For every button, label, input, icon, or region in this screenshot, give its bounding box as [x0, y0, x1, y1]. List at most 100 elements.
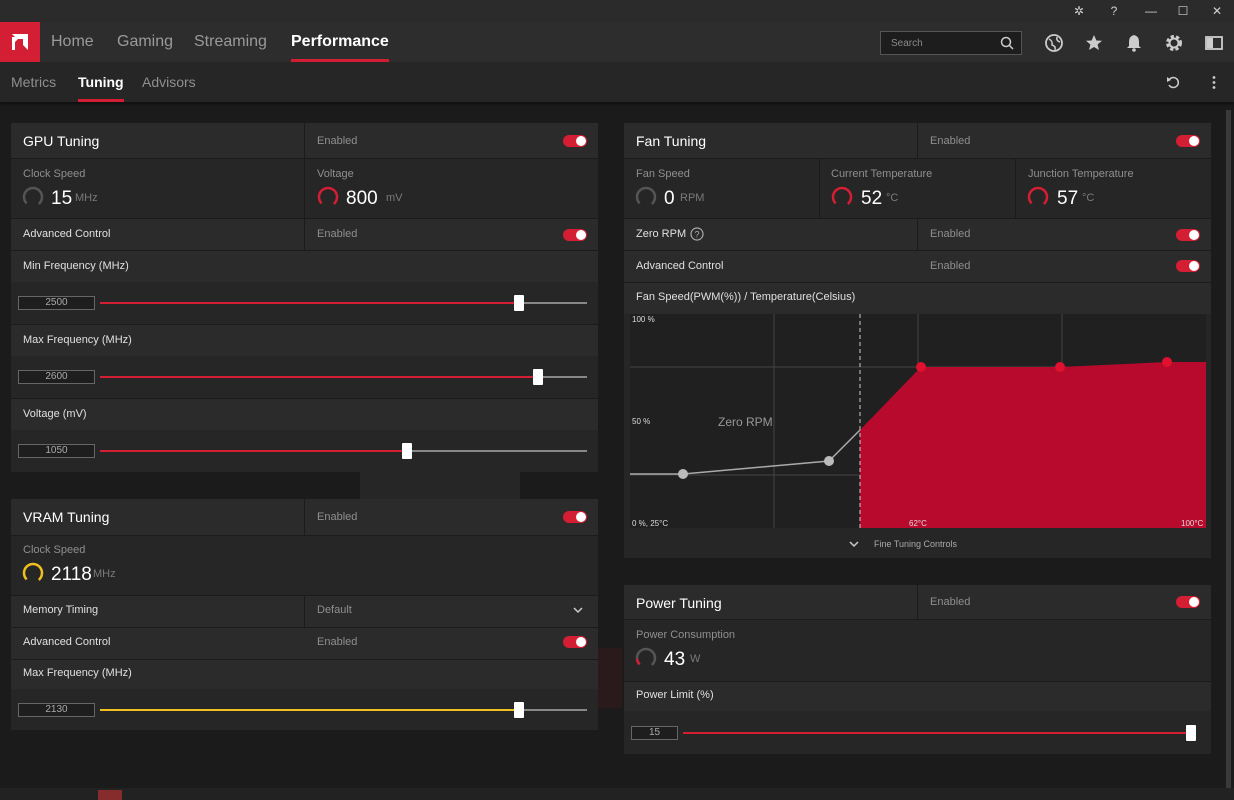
current-temperature-value: 52: [861, 188, 883, 209]
voltage-input[interactable]: 1050: [18, 444, 95, 458]
clock-speed-unit: MHz: [75, 192, 98, 204]
zero-rpm-status: Enabled: [930, 228, 971, 240]
slider-thumb[interactable]: [1186, 725, 1196, 741]
vram-tuning-toggle[interactable]: [563, 511, 587, 523]
slider-thumb[interactable]: [533, 369, 544, 385]
nav-tab-performance[interactable]: Performance: [291, 22, 389, 62]
voltage-gauge-icon: [317, 186, 339, 208]
junction-temperature-gauge-icon: [1027, 186, 1049, 208]
amd-logo[interactable]: [0, 22, 40, 62]
min-frequency-slider[interactable]: [100, 295, 587, 311]
power-limit-slider[interactable]: [683, 725, 1196, 741]
clock-speed-unit: MHz: [93, 568, 116, 580]
status-text: Enabled: [317, 511, 358, 523]
gear-icon[interactable]: [1164, 33, 1184, 53]
max-frequency-label: Max Frequency (MHz): [23, 667, 132, 679]
clock-gauge-icon: [22, 186, 44, 208]
curve-point[interactable]: [1055, 362, 1065, 372]
sidebar-toggle-icon[interactable]: [1204, 33, 1224, 53]
star-icon[interactable]: [1084, 33, 1104, 53]
taskbar-app-icon[interactable]: [98, 790, 122, 800]
nav-tab-streaming[interactable]: Streaming: [194, 22, 267, 62]
fan-tuning-toggle[interactable]: [1176, 135, 1200, 147]
memory-timing-select[interactable]: Default: [317, 604, 352, 616]
slider-thumb[interactable]: [513, 702, 524, 718]
min-frequency-input[interactable]: 2500: [18, 296, 95, 310]
clock-gauge-icon: [22, 562, 44, 584]
vram-tuning-panel: VRAM Tuning Enabled Clock Speed 2118 MHz…: [11, 499, 598, 730]
zero-rpm-toggle[interactable]: [1176, 229, 1200, 241]
reset-icon[interactable]: [1166, 75, 1181, 90]
voltage-slider-label: Voltage (mV): [23, 408, 87, 420]
voltage-label: Voltage: [317, 168, 354, 180]
power-consumption-unit: W: [690, 653, 701, 665]
more-options-icon[interactable]: [1208, 75, 1220, 90]
current-temperature-gauge-icon: [831, 186, 853, 208]
voltage-slider[interactable]: [100, 443, 587, 459]
search-input[interactable]: Search: [880, 31, 1022, 55]
max-frequency-input[interactable]: 2130: [18, 703, 95, 717]
advanced-control-label: Advanced Control: [23, 636, 111, 648]
curve-point[interactable]: [916, 362, 926, 372]
close-button[interactable]: ✕: [1209, 3, 1225, 19]
current-temperature-unit: °C: [886, 192, 899, 204]
advanced-control-status: Enabled: [930, 260, 971, 272]
tab-tuning[interactable]: Tuning: [78, 62, 124, 102]
power-limit-input[interactable]: 15: [631, 726, 678, 740]
tab-metrics[interactable]: Metrics: [11, 62, 56, 102]
fine-tuning-controls-button[interactable]: Fine Tuning Controls: [874, 539, 957, 549]
nav-tab-home[interactable]: Home: [51, 22, 94, 62]
power-tuning-toggle[interactable]: [1176, 596, 1200, 608]
slider-thumb[interactable]: [513, 295, 524, 311]
power-limit-label: Power Limit (%): [636, 689, 714, 701]
advanced-control-status: Enabled: [317, 636, 358, 648]
panel-title: Fan Tuning: [636, 133, 707, 149]
chevron-down-icon[interactable]: [572, 605, 584, 615]
x-axis-end-label: 100°C: [1181, 519, 1204, 528]
voltage-value: 800: [346, 188, 378, 209]
gpu-advanced-control-toggle[interactable]: [563, 229, 587, 241]
junction-temperature-label: Junction Temperature: [1028, 168, 1134, 180]
bell-icon[interactable]: [1124, 33, 1144, 53]
power-consumption-value: 43: [664, 649, 686, 670]
status-text: Enabled: [930, 135, 971, 147]
panel-title: Power Tuning: [636, 595, 722, 611]
max-frequency-input[interactable]: 2600: [18, 370, 95, 384]
curve-point[interactable]: [678, 469, 688, 479]
chevron-down-icon[interactable]: [848, 539, 860, 549]
slider-fill: [100, 376, 539, 378]
help-icon[interactable]: ?: [690, 227, 704, 241]
curve-point[interactable]: [1162, 357, 1172, 367]
minimize-button[interactable]: —: [1143, 3, 1159, 19]
junction-temperature-unit: °C: [1082, 192, 1095, 204]
maximize-button[interactable]: ☐: [1175, 3, 1191, 19]
fan-curve-area: [860, 362, 1206, 528]
x-axis-mid-label: 62°C: [909, 519, 927, 528]
slider-fill: [100, 450, 407, 452]
fan-curve-chart[interactable]: [630, 314, 1206, 528]
slider-fill: [100, 302, 519, 304]
vram-max-frequency-slider[interactable]: [100, 702, 587, 718]
search-icon[interactable]: [1000, 36, 1014, 50]
help-icon[interactable]: ?: [1106, 3, 1122, 19]
globe-icon[interactable]: [1044, 33, 1064, 53]
bug-report-icon[interactable]: ✲: [1071, 3, 1087, 19]
fan-advanced-control-toggle[interactable]: [1176, 260, 1200, 272]
scrollbar[interactable]: [1226, 110, 1231, 788]
nav-tab-gaming[interactable]: Gaming: [117, 22, 173, 62]
zero-rpm-region-label: Zero RPM: [718, 415, 773, 429]
fan-speed-gauge-icon: [635, 186, 657, 208]
slider-thumb[interactable]: [401, 443, 412, 459]
memory-timing-label: Memory Timing: [23, 604, 99, 616]
curve-point[interactable]: [824, 456, 834, 466]
panel-title: GPU Tuning: [23, 133, 100, 149]
advanced-control-status: Enabled: [317, 228, 358, 240]
gpu-tuning-toggle[interactable]: [563, 135, 587, 147]
fan-tuning-panel: Fan Tuning Enabled Fan Speed 0 RPM Curre…: [624, 123, 1211, 558]
origin-label: 0 %, 25°C: [632, 519, 669, 528]
vram-advanced-control-toggle[interactable]: [563, 636, 587, 648]
tab-advisors[interactable]: Advisors: [142, 62, 196, 102]
max-frequency-slider[interactable]: [100, 369, 587, 385]
svg-text:?: ?: [694, 230, 699, 240]
zero-rpm-label: Zero RPM: [636, 228, 687, 240]
